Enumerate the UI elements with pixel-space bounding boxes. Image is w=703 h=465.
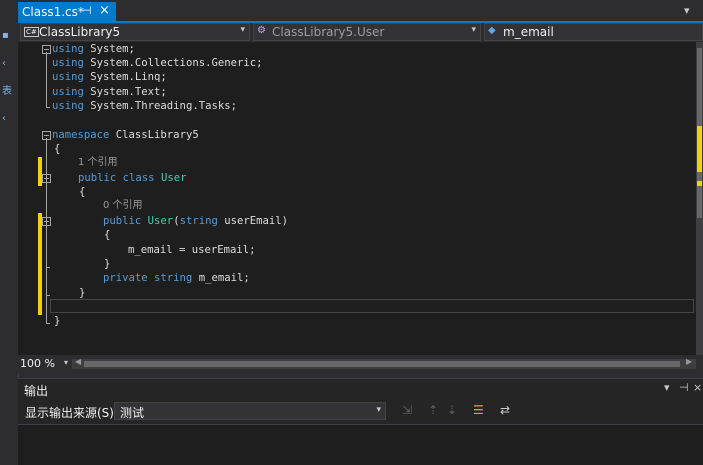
output-source-select[interactable]: 测试 ▾ bbox=[114, 402, 386, 420]
outline-line bbox=[46, 138, 47, 324]
rail-label-icon[interactable]: 表 bbox=[2, 82, 12, 97]
csharp-project-icon: C# bbox=[24, 27, 39, 37]
collapse-toggle[interactable] bbox=[42, 217, 51, 226]
type-dropdown[interactable]: ⚙ ClassLibrary5.User ▾ bbox=[253, 23, 481, 41]
code-line-brace: } bbox=[54, 315, 61, 327]
code-line-assignment: m_email = userEmail; bbox=[128, 244, 256, 256]
scroll-right-icon[interactable]: ▶ bbox=[686, 357, 692, 366]
collapse-toggle[interactable] bbox=[42, 45, 51, 54]
code-line-3: using System.Linq; bbox=[52, 71, 167, 83]
project-dropdown[interactable]: C# ClassLibrary5 ▾ bbox=[20, 23, 250, 41]
code-line-namespace: namespace ClassLibrary5 bbox=[52, 129, 199, 141]
code-line-4: using System.Text; bbox=[52, 86, 167, 98]
change-marker bbox=[38, 213, 42, 315]
code-line-brace: { bbox=[104, 229, 111, 241]
member-dropdown[interactable]: ◆ m_email bbox=[484, 23, 703, 41]
chevron-down-icon: ▾ bbox=[376, 405, 381, 415]
class-icon: ⚙ bbox=[257, 25, 266, 36]
next-message-icon[interactable]: ⇣ bbox=[447, 403, 457, 417]
close-icon[interactable]: × bbox=[99, 3, 110, 18]
pin-icon[interactable]: ⊣ bbox=[679, 381, 689, 394]
output-panel-title: 输出 bbox=[24, 384, 49, 398]
document-tab-strip bbox=[18, 0, 703, 22]
code-line-2: using System.Collections.Generic; bbox=[52, 57, 263, 69]
rail-arrow-icon[interactable]: ‹ bbox=[2, 58, 6, 69]
close-icon[interactable]: × bbox=[693, 381, 702, 394]
left-tool-rail: ▪ ‹ 表 ‹ bbox=[0, 0, 19, 464]
code-line-1: using System; bbox=[52, 43, 135, 55]
tab-overflow-icon[interactable]: ▾ bbox=[684, 4, 690, 17]
member-label: m_email bbox=[503, 25, 554, 39]
collapse-toggle[interactable] bbox=[42, 131, 51, 140]
navigation-bar: C# ClassLibrary5 ▾ ⚙ ClassLibrary5.User … bbox=[18, 23, 703, 43]
outline-line bbox=[46, 267, 50, 268]
rail-marker-icon: ▪ bbox=[2, 30, 9, 41]
code-line-5: using System.Threading.Tasks; bbox=[52, 100, 237, 112]
horizontal-scroll-thumb[interactable] bbox=[84, 361, 680, 367]
tab-class1-cs[interactable]: Class1.cs* ⊣ × bbox=[18, 2, 116, 22]
codelens-references[interactable]: 1 个引用 bbox=[78, 156, 118, 170]
code-line-brace: { bbox=[79, 186, 86, 198]
type-label: ClassLibrary5.User bbox=[272, 25, 385, 39]
code-line-constructor: public User(string userEmail) bbox=[103, 215, 289, 227]
previous-message-icon[interactable]: ⇡ bbox=[428, 403, 438, 417]
codelens-references[interactable]: 0 个引用 bbox=[103, 199, 143, 213]
scrollbar-change-mark bbox=[697, 126, 702, 172]
field-icon: ◆ bbox=[488, 25, 496, 36]
chevron-down-icon: ▾ bbox=[240, 25, 245, 35]
code-line-brace: } bbox=[104, 258, 111, 270]
code-line-brace: } bbox=[79, 287, 86, 299]
outline-line bbox=[46, 52, 47, 108]
scrollbar-change-mark bbox=[697, 181, 702, 186]
outline-line bbox=[46, 323, 50, 324]
goto-location-icon[interactable]: ⇲ bbox=[402, 403, 412, 417]
project-label: ClassLibrary5 bbox=[39, 25, 121, 39]
outline-line bbox=[46, 107, 50, 108]
clear-all-icon[interactable]: ☰ bbox=[473, 403, 484, 417]
rail-arrow2-icon[interactable]: ‹ bbox=[2, 113, 6, 124]
word-wrap-icon[interactable]: ⇄ bbox=[500, 403, 510, 417]
pin-icon[interactable]: ⊣ bbox=[82, 4, 92, 17]
code-line-field: private string m_email; bbox=[103, 272, 250, 284]
output-source-value: 测试 bbox=[120, 406, 145, 420]
output-text-area[interactable] bbox=[18, 424, 703, 465]
output-source-label: 显示输出来源(S): bbox=[25, 406, 119, 420]
code-editor[interactable]: using System; using System.Collections.G… bbox=[18, 42, 696, 355]
chevron-down-icon[interactable]: ▾ bbox=[64, 358, 68, 367]
collapse-toggle[interactable] bbox=[42, 174, 51, 183]
chevron-down-icon: ▾ bbox=[471, 25, 476, 35]
code-line-brace: { bbox=[54, 143, 61, 155]
tab-title: Class1.cs* bbox=[22, 5, 84, 19]
panel-menu-icon[interactable]: ▾ bbox=[664, 381, 670, 394]
outline-line bbox=[46, 295, 50, 296]
code-line-class: public class User bbox=[78, 172, 187, 184]
scroll-left-icon[interactable]: ◀ bbox=[75, 357, 81, 366]
current-line-highlight bbox=[50, 299, 694, 313]
